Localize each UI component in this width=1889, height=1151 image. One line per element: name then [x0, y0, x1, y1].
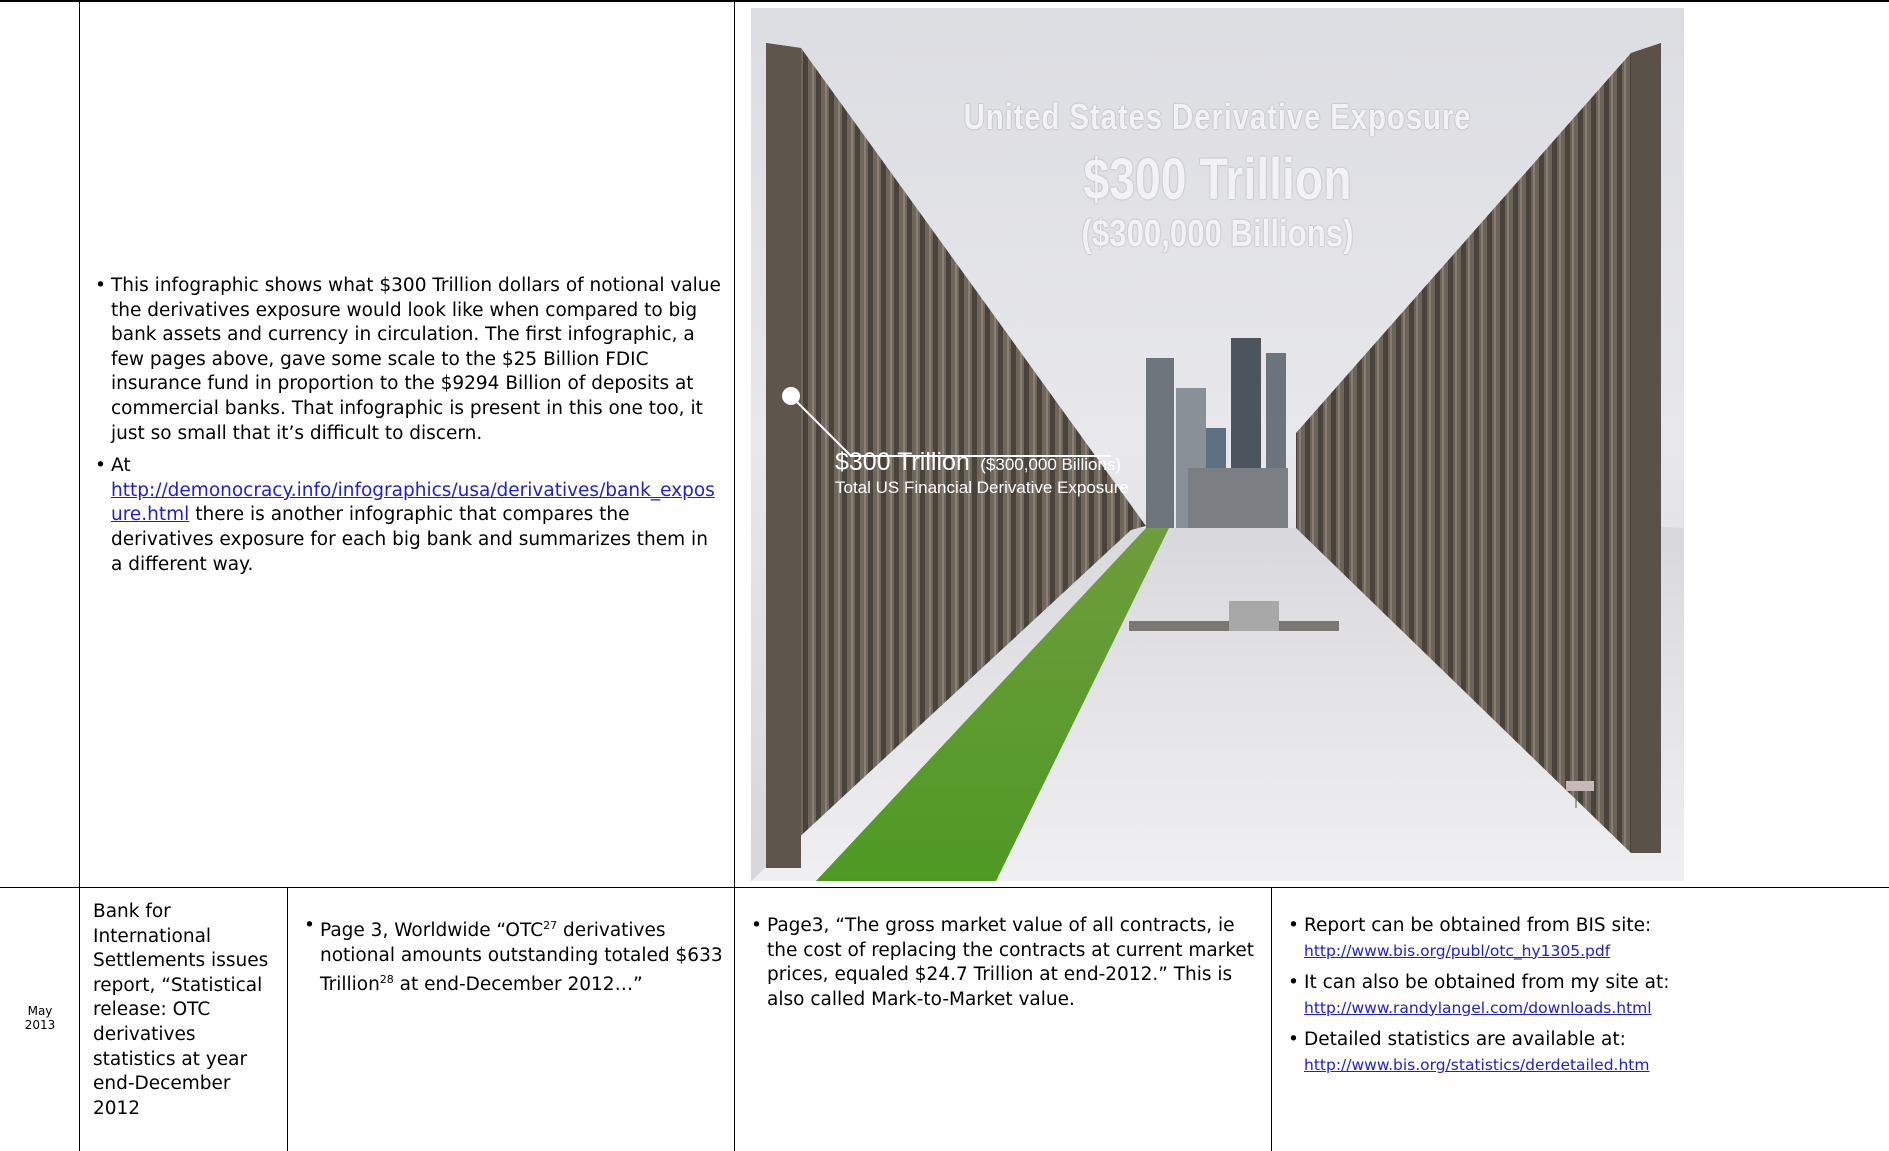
table-col-line-2	[287, 887, 288, 1151]
callout-billions: ($300,000 Billions)	[980, 455, 1122, 474]
row1-bullet-2: At http://demonocracy.info/infographics/…	[93, 454, 723, 577]
infographic-amount: $300 Trillion	[1083, 147, 1352, 212]
col5-item-3-text: Detailed statistics are available at:	[1304, 1029, 1626, 1051]
col5-item-1: Report can be obtained from BIS site: ht…	[1286, 914, 1876, 963]
infographic-title: United States Derivative Exposure	[963, 96, 1472, 137]
row2-col3-bullet: Page 3, Worldwide “OTC27 derivatives not…	[302, 914, 732, 998]
row2-date-year: 2013	[24, 1018, 56, 1032]
infographic-illustration	[751, 43, 1684, 881]
col3-post: at end-December 2012…”	[393, 974, 643, 996]
row2-col4-bullet: Page3, “The gross market value of all co…	[749, 914, 1261, 1012]
col5-item-1-text: Report can be obtained from BIS site:	[1304, 915, 1652, 936]
row2-date: May 2013	[20, 1004, 60, 1032]
callout-amount: $300 Trillion	[835, 448, 970, 476]
row1-notes: This infographic shows what $300 Trillio…	[93, 274, 723, 577]
col5-item-3: Detailed statistics are available at: ht…	[1286, 1028, 1876, 1077]
randylangel-link[interactable]: http://www.randylangel.com/downloads.htm…	[1304, 999, 1652, 1017]
row1-bullet-2-suffix: there is another infographic that compar…	[111, 504, 708, 575]
row2-col3: Page 3, Worldwide “OTC27 derivatives not…	[302, 914, 732, 998]
col5-item-2: It can also be obtained from my site at:…	[1286, 971, 1876, 1020]
table-border-top	[0, 0, 1889, 2]
infographic-amount-billions: ($300,000 Billions)	[1081, 213, 1354, 255]
table-col-line-1	[79, 0, 80, 1151]
table-col-line-3	[734, 0, 735, 1151]
row2-date-month: May	[27, 1004, 53, 1018]
bis-report-link[interactable]: http://www.bis.org/publ/otc_hy1305.pdf	[1304, 942, 1610, 960]
col5-item-2-text: It can also be obtained from my site at:	[1304, 972, 1670, 994]
derivatives-infographic-image: United States Derivative Exposure $300 T…	[751, 8, 1684, 881]
footnote-27[interactable]: 27	[543, 919, 557, 932]
row1-bullet-1: This infographic shows what $300 Trillio…	[93, 274, 723, 446]
table-row-divider	[0, 887, 1889, 888]
table-col-line-4	[1271, 887, 1272, 1151]
row1-bullet-2-prefix: At	[111, 455, 131, 477]
row2-event: Bank for International Settlements issue…	[93, 901, 269, 1119]
col3-pre: Page 3, Worldwide “OTC	[320, 920, 544, 942]
footnote-28[interactable]: 28	[380, 973, 394, 986]
infographic-callout: $300 Trillion ($300,000 Billions) Total …	[835, 448, 1129, 498]
callout-description: Total US Financial Derivative Exposure	[835, 478, 1129, 497]
row2-col5: Report can be obtained from BIS site: ht…	[1286, 914, 1876, 1078]
bis-statistics-link[interactable]: http://www.bis.org/statistics/derdetaile…	[1304, 1056, 1649, 1074]
row2-col4: Page3, “The gross market value of all co…	[749, 914, 1261, 1012]
